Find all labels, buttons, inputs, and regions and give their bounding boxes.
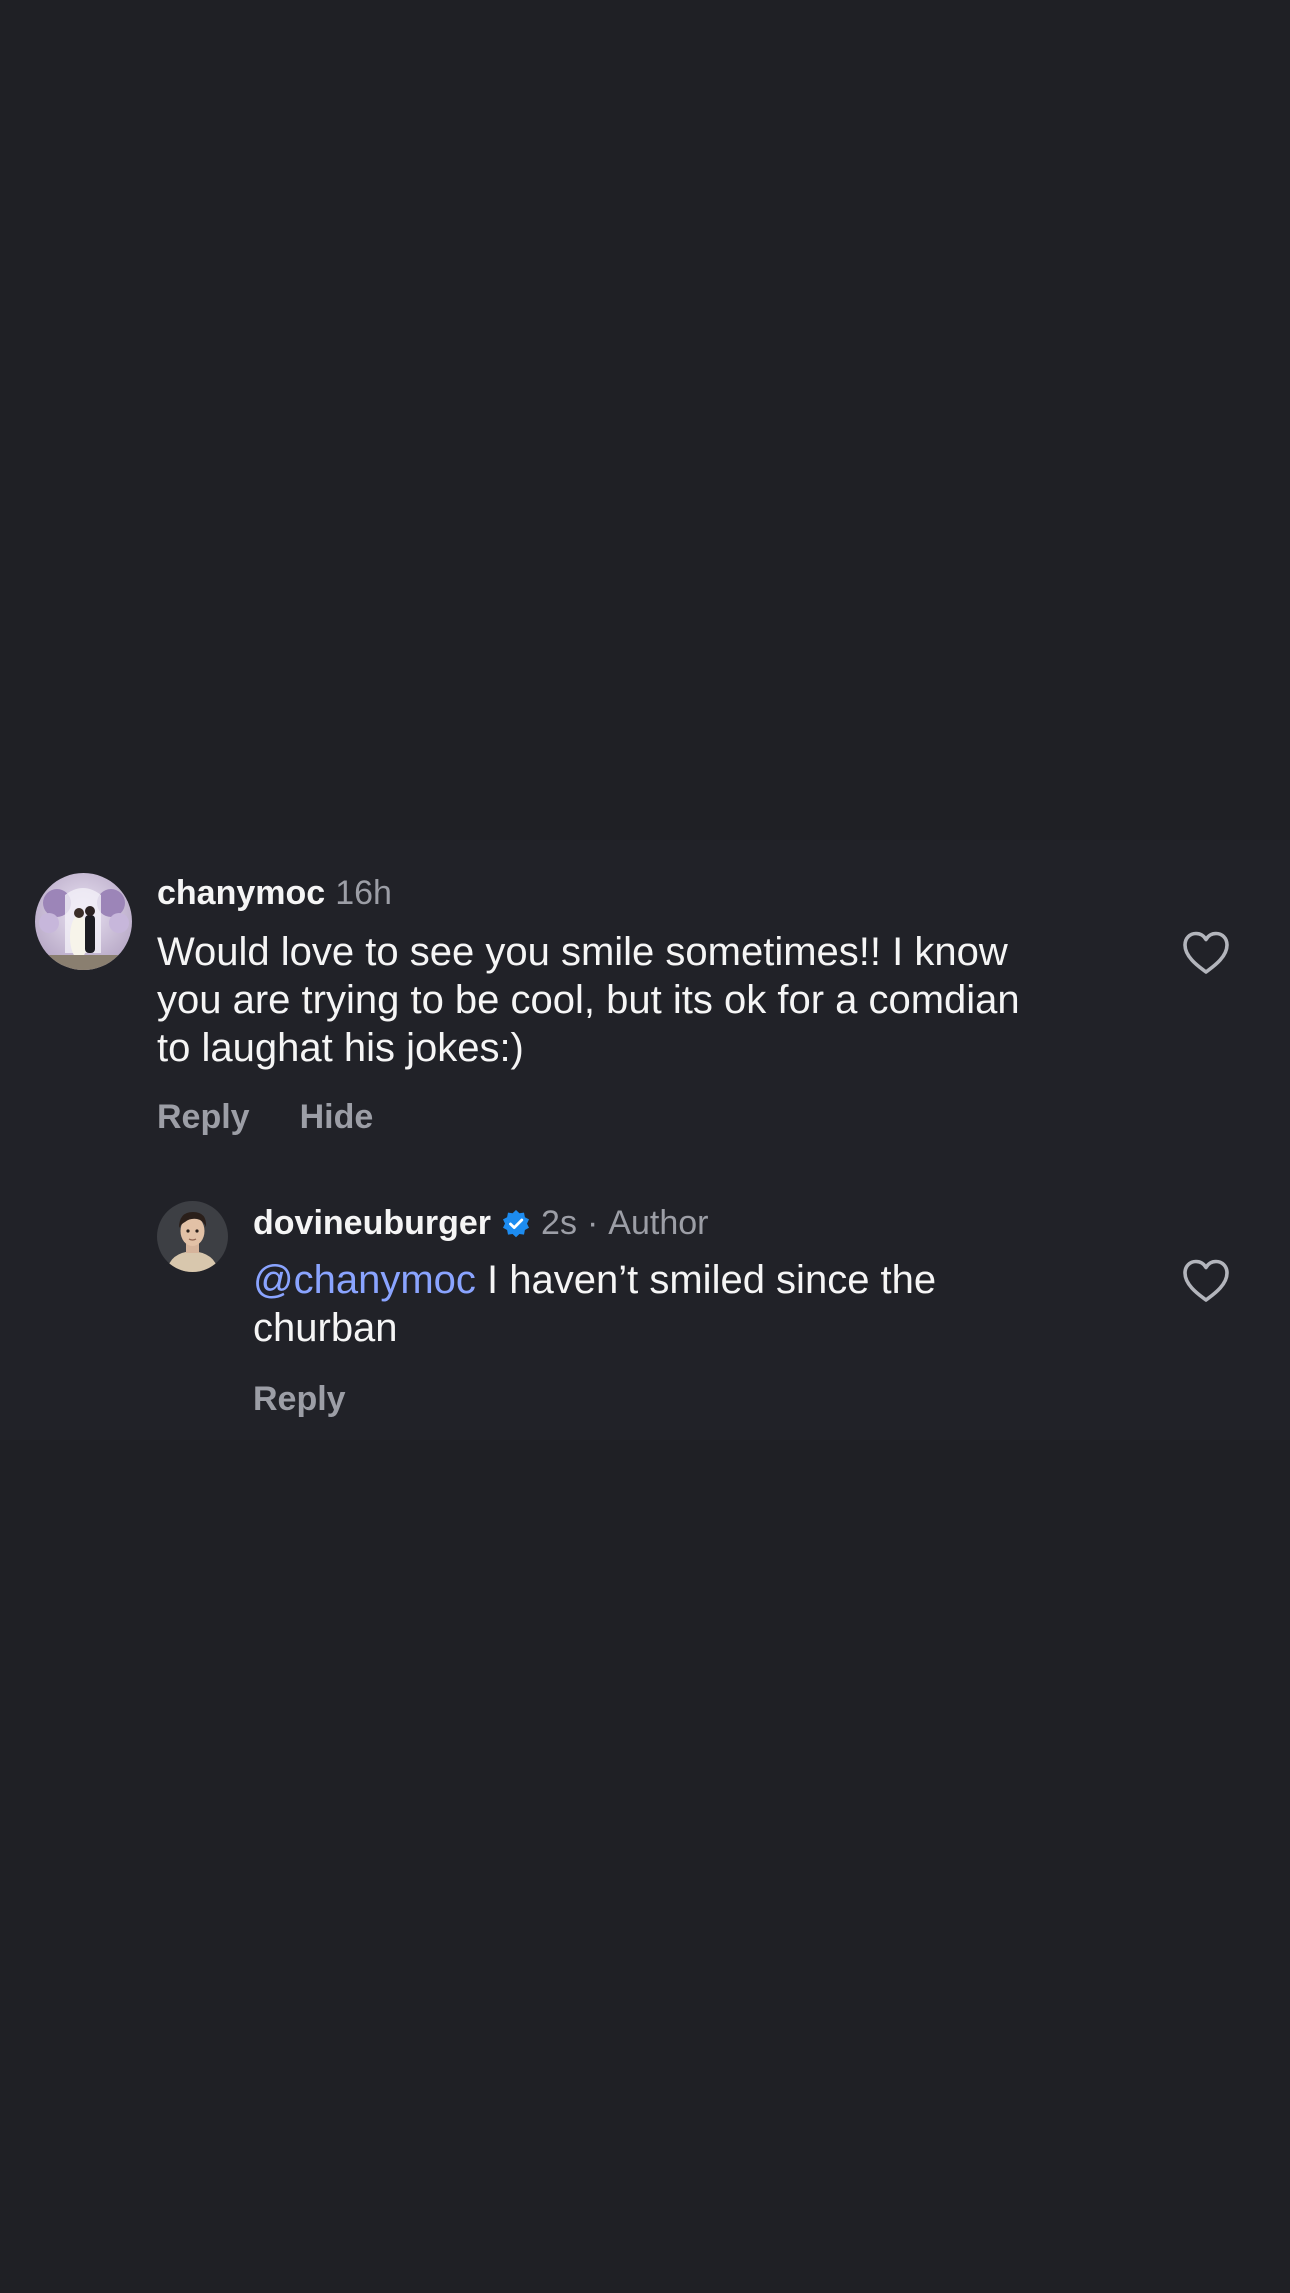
comment-username[interactable]: chanymoc [157, 873, 325, 913]
wedding-photo-avatar-icon [35, 873, 132, 970]
reply-header: dovineuburger 2s · Author [253, 1203, 708, 1243]
heart-outline-icon [1183, 931, 1229, 974]
comment-header: chanymoc 16h [157, 873, 392, 913]
man-portrait-avatar-icon [157, 1201, 228, 1272]
like-button[interactable] [1181, 930, 1231, 976]
reply-actions: Reply [253, 1379, 346, 1419]
reply-avatar[interactable] [157, 1201, 228, 1272]
comment-text: Would love to see you smile sometimes!! … [157, 930, 1020, 1070]
reply-text: @chanymoc I haven’t smiled since the chu… [253, 1256, 1133, 1352]
author-badge: Author [608, 1204, 709, 1242]
mention-link[interactable]: @chanymoc [253, 1258, 476, 1302]
commenter-avatar[interactable] [35, 873, 132, 970]
reply-timestamp: 2s [541, 1204, 577, 1242]
comment-actions: Reply Hide [157, 1097, 373, 1137]
verified-badge-icon [501, 1208, 531, 1238]
reply-button[interactable]: Reply [253, 1379, 346, 1419]
heart-outline-icon [1183, 1259, 1229, 1302]
reply-like-button[interactable] [1181, 1258, 1231, 1304]
reply-button[interactable]: Reply [157, 1097, 250, 1137]
reply-username[interactable]: dovineuburger [253, 1203, 491, 1243]
meta-separator: · [586, 1204, 599, 1242]
page: chanymoc 16h Would love to see you smile… [0, 0, 1290, 2293]
hide-button[interactable]: Hide [300, 1097, 374, 1137]
comment-timestamp: 16h [335, 874, 392, 912]
